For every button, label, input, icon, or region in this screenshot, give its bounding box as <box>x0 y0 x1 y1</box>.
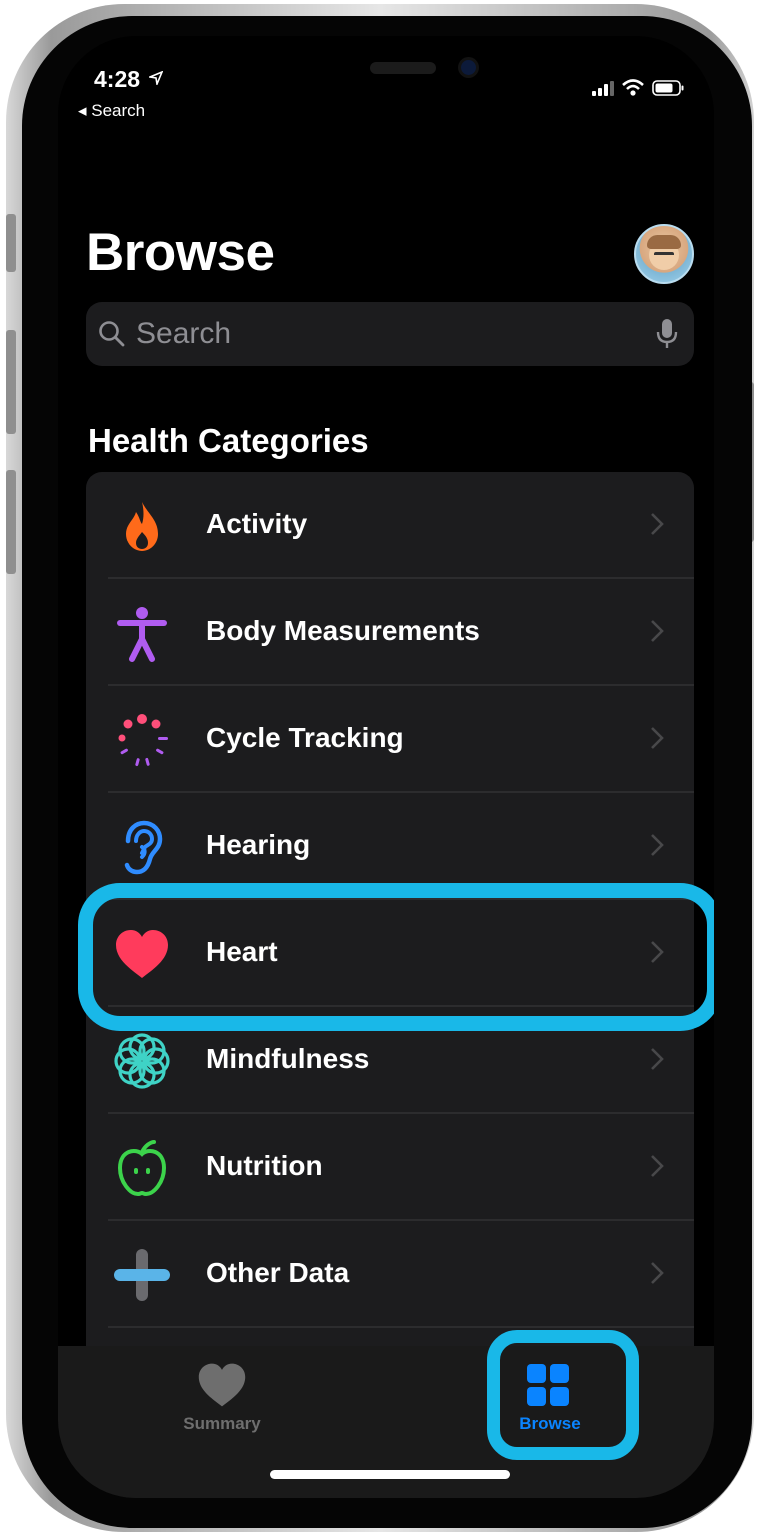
figure-icon <box>117 607 167 662</box>
tab-browse-label: Browse <box>519 1414 581 1433</box>
chevron-right-icon <box>651 513 664 535</box>
earpiece-speaker <box>370 62 436 74</box>
category-label: Activity <box>206 508 308 539</box>
tab-browse[interactable]: Browse <box>450 1346 650 1456</box>
volume-up-button <box>6 330 16 434</box>
avatar[interactable] <box>634 224 694 284</box>
flame-icon <box>126 502 158 551</box>
heart-tab-icon <box>198 1363 246 1407</box>
category-row-body-measurements[interactable]: Body Measurements <box>86 579 694 686</box>
plus-icon <box>114 1249 170 1301</box>
section-title: Health Categories <box>88 422 369 459</box>
search-bar[interactable] <box>86 302 694 366</box>
cellular-signal-icon <box>592 80 614 96</box>
location-arrow-icon <box>147 70 164 87</box>
category-row-heart[interactable]: Heart <box>86 900 694 1007</box>
category-row-other-data[interactable]: Other Data <box>86 1221 694 1328</box>
ear-icon <box>124 820 163 875</box>
screen: 4:28 ◂ Search Browse Search Health Categ… <box>58 36 714 1498</box>
grid-tab-icon <box>527 1364 569 1406</box>
page-title: Browse <box>86 223 275 282</box>
category-row-mindfulness[interactable]: Mindfulness <box>86 1007 694 1114</box>
category-row-nutrition[interactable]: Nutrition <box>86 1114 694 1221</box>
category-label: Hearing <box>206 829 311 860</box>
chevron-right-icon <box>651 834 664 856</box>
category-label: Nutrition <box>206 1150 323 1181</box>
heart-icon <box>116 930 168 978</box>
chevron-right-icon <box>651 941 664 963</box>
cycle-dots-icon <box>118 714 168 767</box>
tab-summary[interactable]: Summary <box>122 1346 322 1456</box>
volume-down-button <box>6 470 16 574</box>
category-list: Activity Body Measurements Cycle Trackin… <box>86 472 694 1368</box>
category-label: Other Data <box>206 1257 350 1288</box>
status-icons <box>592 79 684 96</box>
back-to-search-link[interactable]: ◂ Search <box>78 101 145 121</box>
chevron-right-icon <box>651 1262 664 1284</box>
search-icon <box>98 320 126 353</box>
chevron-right-icon <box>651 1155 664 1177</box>
wifi-icon <box>622 79 644 96</box>
category-label: Cycle Tracking <box>206 722 404 753</box>
microphone-icon[interactable] <box>656 318 678 355</box>
flower-icon <box>114 1033 170 1089</box>
avatar-hair <box>647 235 681 249</box>
tab-summary-label: Summary <box>183 1414 261 1433</box>
mute-switch <box>6 214 16 272</box>
category-row-cycle-tracking[interactable]: Cycle Tracking <box>86 686 694 793</box>
avatar-glasses <box>654 252 674 260</box>
category-row-activity[interactable]: Activity <box>86 472 694 579</box>
status-time-text: 4:28 <box>94 66 141 92</box>
category-label: Body Measurements <box>206 615 480 646</box>
apple-icon <box>117 1140 167 1197</box>
battery-icon <box>652 80 684 96</box>
chevron-right-icon <box>651 620 664 642</box>
category-row-hearing[interactable]: Hearing <box>86 793 694 900</box>
status-time: 4:28 <box>94 66 164 93</box>
chevron-right-icon <box>651 1048 664 1070</box>
category-label: Mindfulness <box>206 1043 370 1074</box>
front-camera <box>461 60 476 75</box>
chevron-right-icon <box>651 727 664 749</box>
search-input[interactable] <box>136 315 616 353</box>
home-indicator[interactable] <box>270 1470 510 1479</box>
category-label: Heart <box>206 936 278 967</box>
